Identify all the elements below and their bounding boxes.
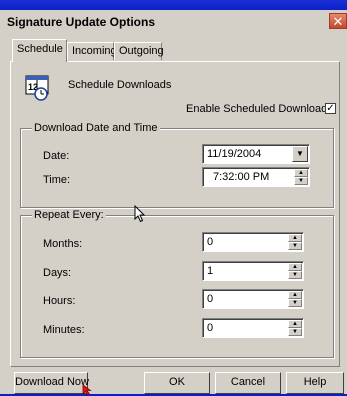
dialog-title: Signature Update Options bbox=[7, 15, 156, 29]
cancel-button[interactable]: Cancel bbox=[215, 372, 281, 394]
close-icon: ✕ bbox=[332, 14, 344, 29]
tab-incoming[interactable]: Incoming bbox=[67, 42, 117, 60]
ok-label: OK bbox=[169, 376, 185, 388]
tab-incoming-label: Incoming bbox=[72, 45, 117, 57]
close-button[interactable]: ✕ bbox=[329, 13, 347, 29]
title-bar[interactable]: Signature Update Options ✕ bbox=[0, 10, 347, 32]
signature-update-options-dialog: Signature Update Options ✕ Schedule Inco… bbox=[0, 10, 347, 396]
red-arrow-pointer-icon bbox=[82, 384, 92, 396]
schedule-tab-panel bbox=[10, 61, 340, 367]
desktop-background bbox=[0, 0, 347, 10]
tab-outgoing-label: Outgoing bbox=[119, 45, 164, 57]
help-button[interactable]: Help bbox=[286, 372, 344, 394]
tab-outgoing[interactable]: Outgoing bbox=[114, 42, 164, 60]
tab-schedule-label: Schedule bbox=[17, 43, 63, 55]
download-now-button[interactable]: Download Now bbox=[14, 372, 89, 394]
tab-schedule[interactable]: Schedule bbox=[12, 39, 67, 62]
download-now-label: Download Now bbox=[15, 376, 89, 388]
help-label: Help bbox=[303, 376, 327, 388]
ok-button[interactable]: OK bbox=[144, 372, 210, 394]
cancel-label: Cancel bbox=[230, 376, 266, 388]
